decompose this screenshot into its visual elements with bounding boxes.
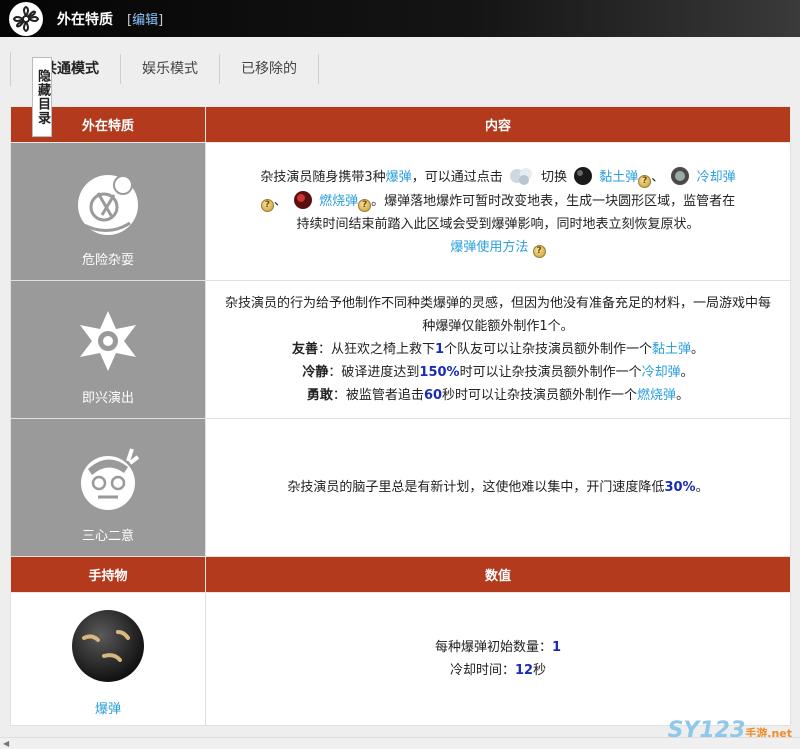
table-row: 危险杂耍 杂技演员随身携带3种爆弹，可以通过点击 切换 黏土弹?、 冷却弹 ?、…: [10, 142, 791, 281]
item-icon-cell: 爆弹: [10, 592, 206, 726]
horizontal-scrollbar[interactable]: ◀: [0, 737, 800, 749]
item-name-link[interactable]: 爆弹: [11, 698, 205, 717]
help-icon[interactable]: ?: [358, 198, 372, 212]
col-header-handheld: 手持物: [10, 556, 206, 593]
cold-bomb-icon: [671, 166, 690, 185]
help-icon[interactable]: ?: [532, 244, 546, 258]
fire-bomb-link[interactable]: 燃烧弹: [319, 194, 358, 209]
traits-header-row: 外在特质 内容: [10, 106, 791, 143]
clay-bomb-icon: [574, 166, 593, 185]
table-row: 三心二意 杂技演员的脑子里总是有新计划，这使他难以集中，开门速度降低30%。: [10, 418, 791, 557]
trait-name: 危险杂耍: [81, 253, 134, 268]
trait-icon-cell: 危险杂耍: [10, 142, 206, 281]
fire-bomb-icon: [293, 190, 312, 209]
clay-bomb-link[interactable]: 黏土弹: [599, 170, 638, 185]
trait-name: 即兴演出: [81, 391, 134, 406]
switch-icon: [509, 167, 532, 185]
distracted-face-icon: [81, 447, 140, 510]
items-header-row: 手持物 数值: [10, 556, 791, 593]
col-header-content: 内容: [205, 106, 791, 143]
help-icon[interactable]: ?: [638, 174, 652, 188]
cold-bomb-link[interactable]: 冷却弹: [642, 365, 681, 380]
tab-common-mode[interactable]: 共通模式: [11, 54, 121, 84]
section-title: 外在特质: [57, 11, 113, 28]
tab-fun-mode[interactable]: 娱乐模式: [121, 54, 220, 84]
col-header-value: 数值: [205, 556, 791, 593]
table-row: 即兴演出 杂技演员的行为给予他制作不同种类爆弹的灵感，但因为他没有准备充足的材料…: [10, 280, 791, 419]
fire-bomb-link[interactable]: 燃烧弹: [637, 388, 676, 403]
flower-logo-icon: [9, 1, 43, 36]
table-row: 爆弹 每种爆弹初始数量：1 冷却时间：12秒: [10, 592, 791, 726]
clay-bomb-link[interactable]: 黏土弹: [652, 342, 691, 357]
edit-link[interactable]: [编辑]: [127, 9, 163, 28]
improvise-trait-icon: [80, 310, 136, 371]
trait-icon-cell: 即兴演出: [10, 280, 206, 419]
trait-icon-cell: 三心二意: [10, 418, 206, 557]
toc-toggle-button[interactable]: 隐藏目录: [32, 57, 52, 137]
trait-description: 杂技演员的行为给予他制作不同种类爆弹的灵感，但因为他没有准备充足的材料，一局游戏…: [205, 280, 791, 419]
bomb-usage-link[interactable]: 爆弹使用方法: [450, 240, 528, 255]
cold-bomb-link[interactable]: 冷却弹: [697, 170, 736, 185]
trait-description: 杂技演员随身携带3种爆弹，可以通过点击 切换 黏土弹?、 冷却弹 ?、 燃烧弹?…: [205, 142, 791, 281]
item-values: 每种爆弹初始数量：1 冷却时间：12秒: [205, 592, 791, 726]
tab-removed[interactable]: 已移除的: [220, 54, 319, 84]
mode-tabs: 共通模式 娱乐模式 已移除的: [10, 52, 319, 86]
trait-description: 杂技演员的脑子里总是有新计划，这使他难以集中，开门速度降低30%。: [205, 418, 791, 557]
scroll-left-arrow-icon[interactable]: ◀: [3, 739, 9, 748]
help-icon[interactable]: ?: [260, 198, 274, 212]
bomb-link[interactable]: 爆弹: [386, 170, 412, 185]
page-header: 外在特质 [编辑]: [0, 0, 800, 37]
bomb-item-icon[interactable]: [66, 604, 150, 688]
traits-table: 外在特质 内容 危险杂耍 杂技演员随身携带3种爆弹，可以通过点击 切换 黏土弹?…: [10, 106, 791, 726]
juggling-trait-icon: [78, 174, 138, 235]
trait-name: 三心二意: [81, 529, 134, 544]
